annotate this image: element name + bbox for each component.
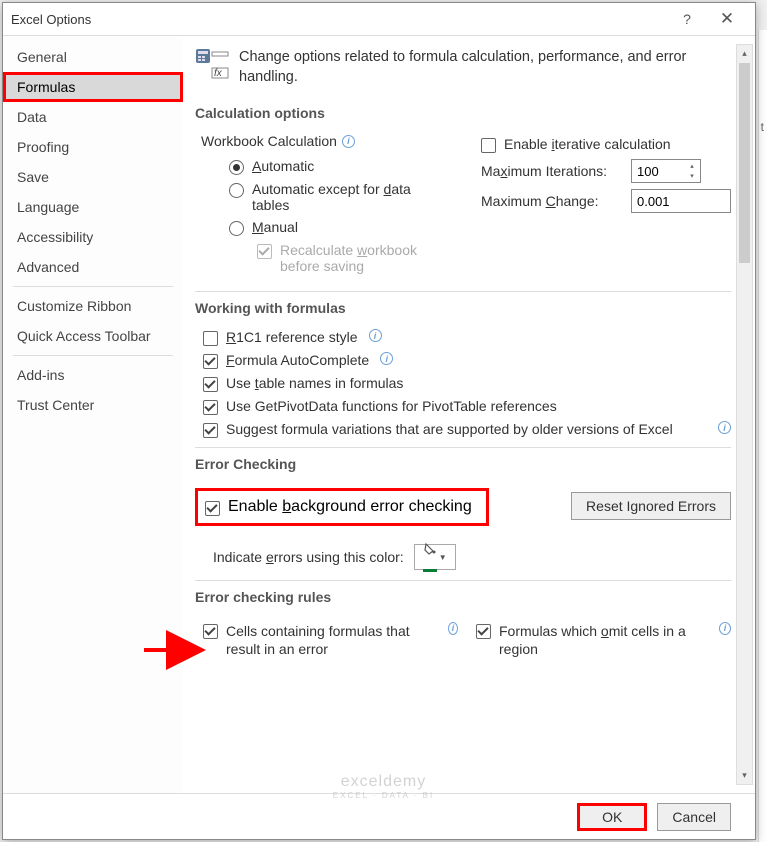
checkbox-icon [205,501,220,516]
sidebar-item-customize-ribbon[interactable]: Customize Ribbon [3,291,183,321]
intro-text: Change options related to formula calcul… [239,48,731,87]
options-dialog: Excel Options ? ✕ General Formulas Data … [2,2,756,840]
info-icon[interactable]: i [448,622,458,635]
checkbox-icon [203,624,218,639]
scroll-thumb[interactable] [739,63,750,263]
section-rules-header: Error checking rules [195,580,731,615]
scroll-down-button[interactable]: ▾ [737,767,752,784]
info-icon[interactable]: i [342,135,355,148]
spinner-buttons[interactable]: ▴▾ [685,161,699,181]
sidebar-item-advanced[interactable]: Advanced [3,252,183,282]
sidebar-item-formulas[interactable]: Formulas [3,72,183,102]
fill-icon [423,542,437,572]
error-color-picker[interactable]: ▼ [414,544,456,570]
check-enable-bg-error[interactable]: Enable background error checking [195,488,489,526]
info-icon[interactable]: i [719,622,731,635]
workbook-calc-label: Workbook Calculationi [201,133,451,149]
checkbox-icon [203,377,218,392]
sidebar-item-language[interactable]: Language [3,192,183,222]
background-strip [758,30,767,842]
checkbox-icon [481,138,496,153]
sidebar: General Formulas Data Proofing Save Lang… [3,36,183,793]
error-checking-row: Enable background error checking Indicat… [195,482,731,574]
intro-row: fx Change options related to formula cal… [195,44,731,97]
checkbox-icon [476,624,491,639]
check-iterative[interactable]: Enable iterative calculation [481,133,731,156]
radio-icon [229,183,244,198]
stray-text: t [761,120,764,134]
rules-grid: Cells containing formulas that result in… [195,615,731,665]
sidebar-item-general[interactable]: General [3,42,183,72]
working-formulas-list: R1C1 reference stylei Formula AutoComple… [195,326,731,441]
checkbox-icon [257,244,272,259]
check-recalc-before-save: Recalculate workbook before saving [201,239,451,277]
checkbox-icon [203,331,218,346]
vertical-scrollbar[interactable]: ▴ ▾ [736,44,753,785]
sidebar-item-addins[interactable]: Add-ins [3,360,183,390]
check-r1c1[interactable]: R1C1 reference stylei [195,326,731,349]
content-pane: fx Change options related to formula cal… [183,36,755,793]
dialog-footer: OK Cancel [3,793,755,839]
max-change-input[interactable]: 0.001 [631,189,731,213]
close-button[interactable]: ✕ [707,5,747,33]
radio-manual[interactable]: Manual [201,216,451,239]
sidebar-separator [13,355,173,356]
scroll-area: fx Change options related to formula cal… [195,44,755,785]
reset-ignored-errors-button[interactable]: Reset Ignored Errors [571,492,731,520]
titlebar: Excel Options ? ✕ [3,3,755,35]
check-autocomplete[interactable]: Formula AutoCompletei [195,349,731,372]
dialog-title: Excel Options [11,12,667,27]
help-button[interactable]: ? [667,5,707,33]
section-errcheck-header: Error Checking [195,447,731,482]
check-getpivotdata[interactable]: Use GetPivotData functions for PivotTabl… [195,395,731,418]
sidebar-separator [13,286,173,287]
cancel-button[interactable]: Cancel [657,803,731,831]
section-calc-header: Calculation options [195,97,731,131]
info-icon[interactable]: i [380,352,393,365]
checkbox-icon [203,354,218,369]
calc-options: Workbook Calculationi Automatic Automati… [195,131,731,285]
sidebar-item-trust-center[interactable]: Trust Center [3,390,183,420]
check-omit-cells[interactable]: Formulas which omit cells in a regioni [468,619,731,661]
max-iter-input[interactable]: 100▴▾ [631,159,701,183]
sidebar-item-data[interactable]: Data [3,102,183,132]
checkbox-icon [203,400,218,415]
max-iter-label: Maximum Iterations: [481,163,621,179]
sidebar-item-accessibility[interactable]: Accessibility [3,222,183,252]
max-change-label: Maximum Change: [481,193,621,209]
svg-text:fx: fx [214,68,223,79]
radio-auto-except[interactable]: Automatic except for data tables [201,178,451,216]
sidebar-item-save[interactable]: Save [3,162,183,192]
info-icon[interactable]: i [369,329,382,342]
check-table-names[interactable]: Use table names in formulas [195,372,731,395]
indicate-color-row: Indicate errors using this color: ▼ [195,540,489,574]
check-cells-formula-error[interactable]: Cells containing formulas that result in… [195,619,458,661]
checkbox-icon [203,423,218,438]
formula-options-icon: fx [195,48,231,80]
sidebar-item-qat[interactable]: Quick Access Toolbar [3,321,183,351]
scroll-up-button[interactable]: ▴ [737,45,752,62]
radio-automatic[interactable]: Automatic [201,155,451,178]
ok-button[interactable]: OK [577,803,647,831]
sidebar-item-proofing[interactable]: Proofing [3,132,183,162]
radio-icon [229,221,244,236]
radio-icon [229,160,244,175]
section-working-header: Working with formulas [195,291,731,326]
check-suggest-variations[interactable]: Suggest formula variations that are supp… [195,418,731,441]
info-icon[interactable]: i [718,421,731,434]
chevron-down-icon: ▼ [439,553,447,562]
dialog-body: General Formulas Data Proofing Save Lang… [3,35,755,793]
max-iterations-row: Maximum Iterations: 100▴▾ [481,156,731,186]
max-change-row: Maximum Change: 0.001 [481,186,731,216]
